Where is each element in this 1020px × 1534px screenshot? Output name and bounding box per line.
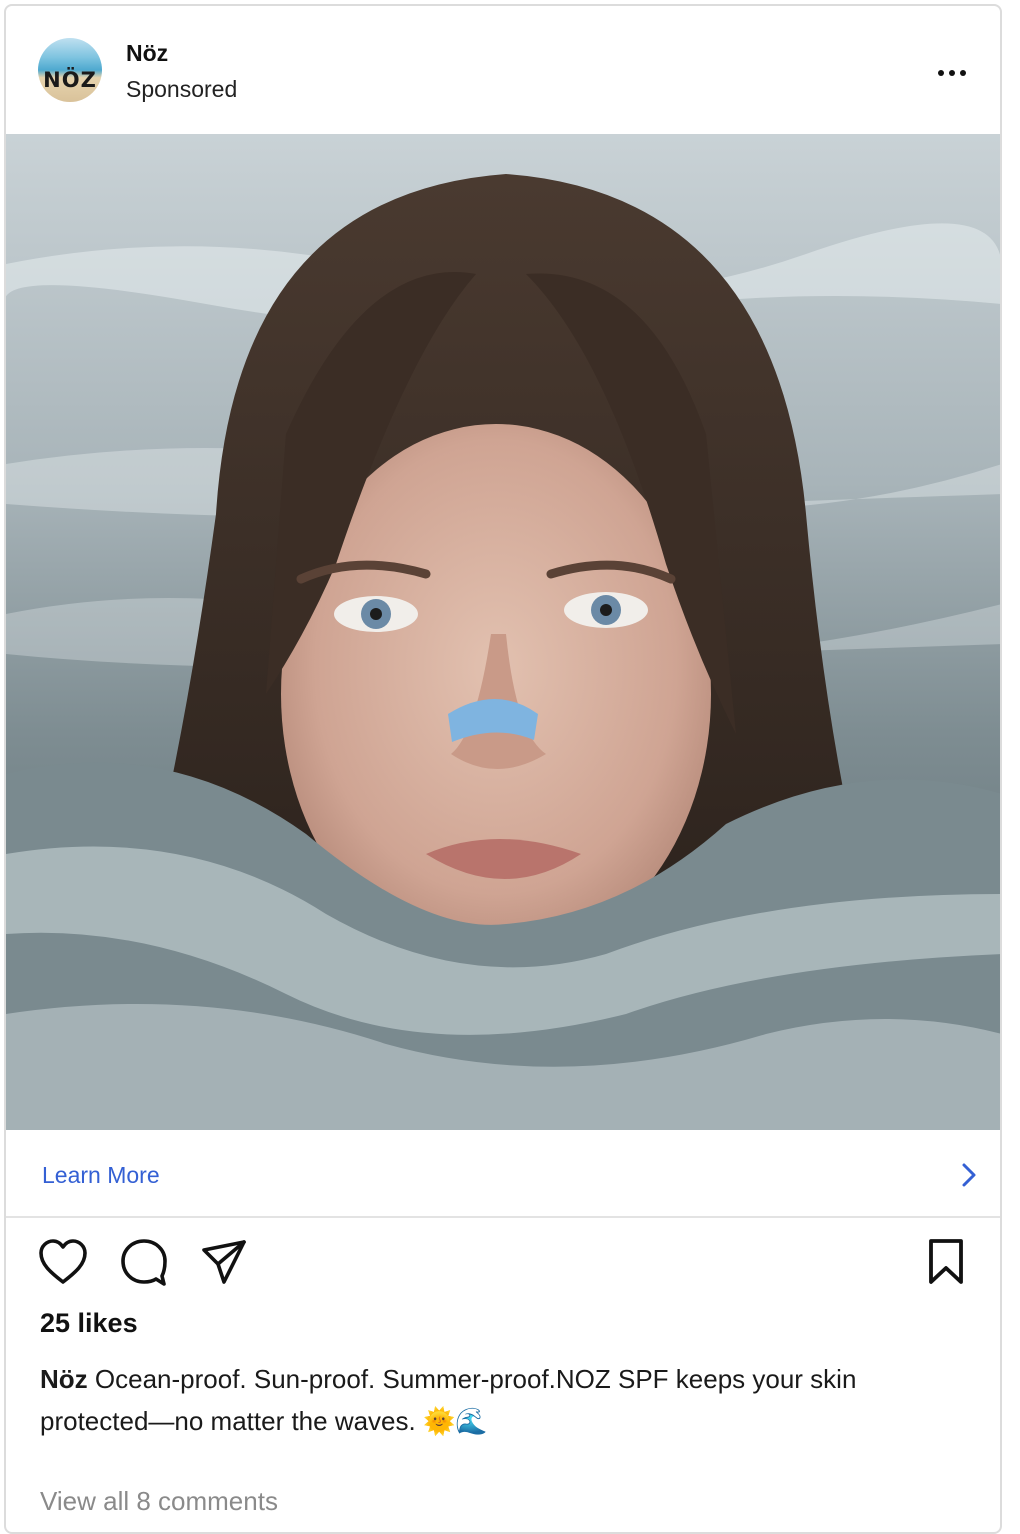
account-avatar[interactable]: NÖZ xyxy=(38,38,102,102)
sponsored-post-card: NÖZ Nöz Sponsored Learn More 25 likes Nö… xyxy=(4,4,1002,1534)
learn-more-button[interactable]: Learn More xyxy=(6,1130,1000,1218)
learn-more-label: Learn More xyxy=(42,1162,160,1188)
likes-count[interactable]: 25 likes xyxy=(40,1308,138,1339)
bookmark-icon[interactable] xyxy=(926,1238,966,1291)
paper-plane-icon[interactable] xyxy=(200,1238,248,1291)
heart-icon[interactable] xyxy=(38,1238,88,1291)
comment-bubble-icon[interactable] xyxy=(120,1238,168,1291)
account-name[interactable]: Nöz xyxy=(126,40,168,67)
post-header: NÖZ Nöz Sponsored xyxy=(6,6,1000,134)
caption-text: Ocean-proof. Sun-proof. Summer-proof.NOZ… xyxy=(40,1364,857,1436)
post-image[interactable] xyxy=(6,134,1000,1130)
caption-username[interactable]: Nöz xyxy=(40,1364,88,1394)
post-caption: Nöz Ocean-proof. Sun-proof. Summer-proof… xyxy=(40,1358,970,1442)
avatar-logo-text: NÖZ xyxy=(43,68,97,92)
post-actions xyxy=(6,1238,1000,1298)
chevron-right-icon xyxy=(958,1161,980,1189)
more-options-icon[interactable] xyxy=(932,58,972,88)
sponsored-label: Sponsored xyxy=(126,76,238,102)
view-comments-link[interactable]: View all 8 comments xyxy=(40,1486,278,1517)
